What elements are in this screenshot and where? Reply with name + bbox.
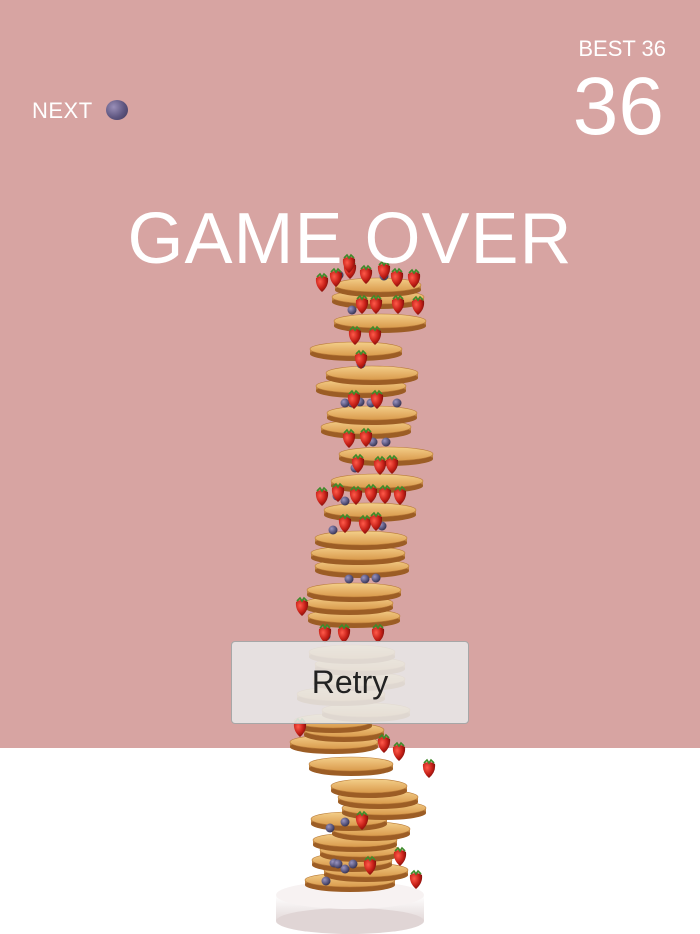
- blueberry: [392, 398, 402, 408]
- pancake: [334, 277, 422, 293]
- blueberry: [348, 859, 358, 869]
- blueberry: [333, 859, 343, 869]
- blueberry: [328, 525, 338, 535]
- blueberry: [381, 437, 391, 447]
- pancake: [325, 365, 419, 381]
- next-label: NEXT: [32, 98, 93, 123]
- pancake: [323, 502, 417, 518]
- pancake: [306, 582, 402, 598]
- blueberry: [321, 876, 331, 886]
- retry-button[interactable]: Retry: [231, 641, 469, 724]
- blueberry: [347, 305, 357, 315]
- blueberry: [360, 574, 370, 584]
- blueberry: [325, 823, 335, 833]
- blueberry-icon: [106, 100, 128, 120]
- game-over-title: GAME OVER: [127, 199, 573, 279]
- blueberry: [371, 573, 381, 583]
- pancake: [326, 405, 418, 421]
- pancake: [330, 778, 408, 794]
- pancake: [333, 313, 427, 329]
- pancake: [330, 473, 424, 489]
- blueberry: [340, 398, 350, 408]
- current-score: 36: [572, 61, 664, 152]
- blueberry: [344, 574, 354, 584]
- pancake: [314, 530, 408, 546]
- pancake: [308, 756, 394, 772]
- blueberry: [340, 817, 350, 827]
- best-score-label: BEST 36: [578, 36, 666, 61]
- blueberry: [340, 496, 350, 506]
